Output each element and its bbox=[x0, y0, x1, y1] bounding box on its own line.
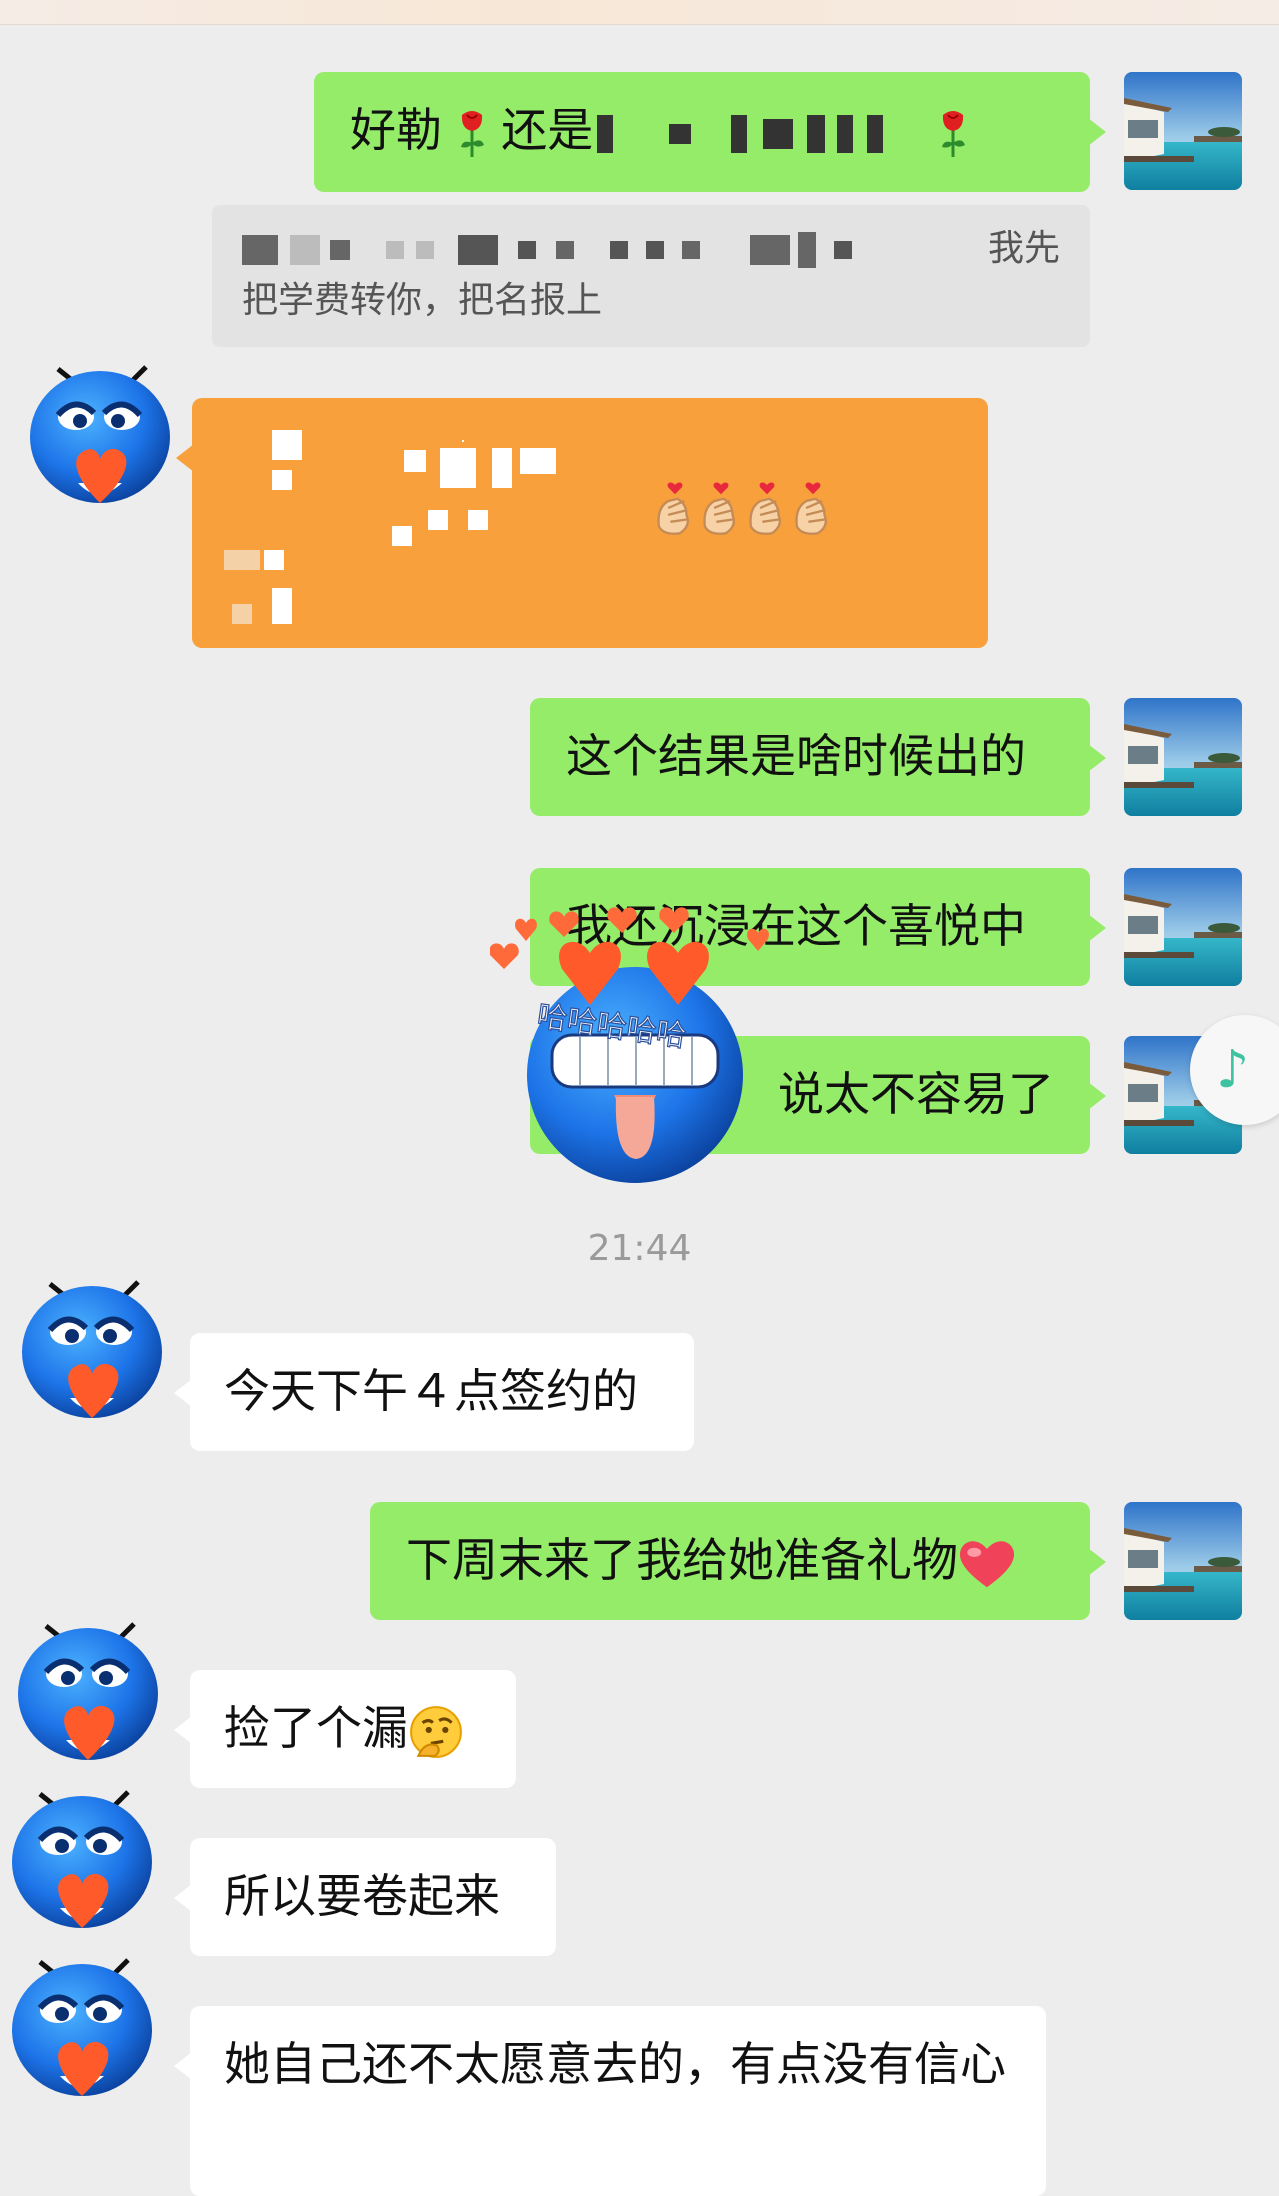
rose-icon bbox=[457, 109, 487, 159]
contact-avatar[interactable] bbox=[0, 1948, 160, 2108]
top-status-strip bbox=[0, 0, 1279, 25]
finger-heart-icon bbox=[652, 480, 698, 536]
message-timestamp: 21:44 bbox=[587, 1228, 692, 1269]
laughing-sticker[interactable]: 哈哈哈哈哈 bbox=[490, 905, 780, 1225]
my-avatar[interactable] bbox=[1124, 698, 1242, 816]
message-text: 好勒 bbox=[350, 103, 442, 157]
message-bubble-incoming[interactable]: 所以要卷起来 bbox=[174, 1838, 556, 1956]
message-text: 所以要卷起来 bbox=[224, 1869, 500, 1923]
my-avatar[interactable] bbox=[1124, 72, 1242, 190]
finger-heart-icon bbox=[790, 480, 836, 536]
rose-icon bbox=[938, 109, 968, 159]
my-avatar[interactable] bbox=[1124, 868, 1242, 986]
message-text: 说太不容易了 bbox=[778, 1067, 1054, 1121]
message-bubble-incoming[interactable] bbox=[176, 398, 988, 648]
message-bubble-outgoing[interactable]: 这个结果是啥时候出的 bbox=[530, 698, 1106, 816]
message-text: 今天下午４点签约的 bbox=[224, 1364, 638, 1418]
contact-avatar[interactable] bbox=[6, 1612, 166, 1772]
message-bubble-outgoing[interactable]: 下周末来了我给她准备礼物 bbox=[370, 1502, 1106, 1620]
finger-heart-icon bbox=[744, 480, 790, 536]
message-bubble-outgoing[interactable]: 好勒 还是 bbox=[314, 72, 1106, 192]
music-note-icon: ♪ bbox=[1216, 1040, 1250, 1100]
message-text: 这个结果是啥时候出的 bbox=[566, 729, 1026, 783]
quoted-message[interactable]: 我先 把学费转你，把名报上 bbox=[212, 205, 1090, 347]
my-avatar[interactable] bbox=[1124, 1502, 1242, 1620]
quote-text: 把学费转你，把名报上 bbox=[242, 280, 603, 321]
quote-line-1: 我先 bbox=[242, 225, 1060, 277]
message-text: 下周末来了我给她准备礼物 bbox=[406, 1533, 958, 1587]
message-bubble-incoming[interactable]: 今天下午４点签约的 bbox=[174, 1333, 694, 1451]
quote-text: 我先 bbox=[987, 228, 1060, 269]
message-bubble-incoming[interactable]: 捡了个漏 bbox=[174, 1670, 516, 1788]
pixelated-redaction bbox=[242, 228, 852, 269]
contact-avatar[interactable] bbox=[18, 355, 178, 515]
thinking-face-icon bbox=[408, 1704, 464, 1760]
contact-avatar[interactable] bbox=[10, 1270, 170, 1430]
finger-heart-icon bbox=[698, 480, 744, 536]
pixelated-redaction bbox=[593, 103, 884, 157]
finger-heart-emojis bbox=[652, 480, 836, 552]
message-text: 捡了个漏 bbox=[224, 1701, 408, 1755]
red-heart-icon bbox=[958, 1538, 1016, 1590]
message-bubble-incoming[interactable]: 她自己还不太愿意去的，有点没有信心 bbox=[174, 2006, 1046, 2196]
contact-avatar[interactable] bbox=[0, 1780, 160, 1940]
message-text: 她自己还不太愿意去的，有点没有信心 bbox=[224, 2037, 1006, 2091]
message-text: 还是 bbox=[501, 103, 594, 157]
